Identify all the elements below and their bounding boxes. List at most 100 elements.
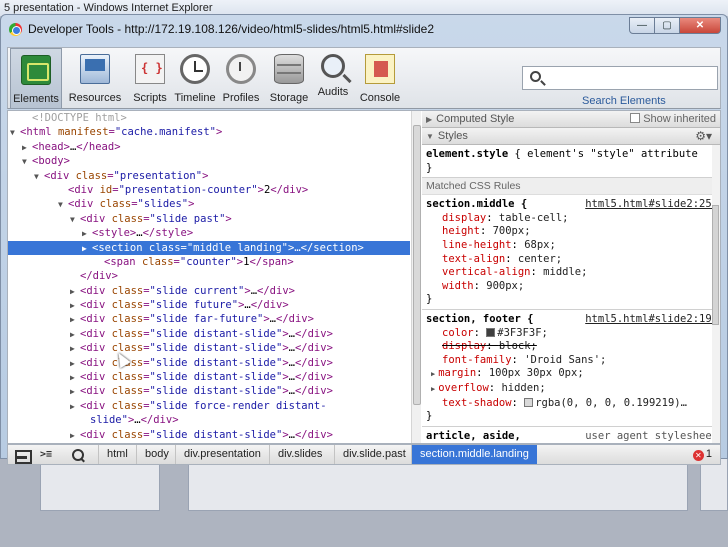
expand-triangle-icon[interactable]: ▶ [70,371,80,385]
css-rule[interactable]: section.middle {html5.html#slide2:256 dis… [422,195,720,310]
dom-node[interactable]: ▶ <div class="slide current">…</div> [8,284,410,298]
computed-style-header[interactable]: ▶ Computed Style Show inherited [422,111,720,128]
css-property[interactable]: height: 700px; [426,225,716,239]
tab-storage[interactable]: Storage [266,48,312,109]
dom-node[interactable]: </div> [8,269,410,283]
collapse-triangle-icon[interactable]: ▼ [58,198,68,212]
expand-triangle-icon[interactable]: ▶ [70,385,80,399]
dom-node[interactable]: ▶ <div class="slide force-render distant- [8,399,410,413]
tab-resources[interactable]: Resources [66,48,124,109]
collapse-triangle-icon[interactable]: ▼ [10,126,20,140]
dom-node[interactable]: <span class="counter">1</span> [8,255,410,269]
styles-scrollbar[interactable] [712,145,720,443]
close-button[interactable]: ✕ [679,17,721,34]
color-swatch[interactable] [524,397,534,407]
css-property[interactable]: display: block; [426,340,716,354]
dom-node[interactable]: ▶ <div class="slide far-future">…</div> [8,312,410,326]
breadcrumb-item[interactable]: div.slide.past [334,445,414,464]
gear-icon[interactable]: ⚙▾ [695,129,712,143]
dom-token: "slide force-render distant- [149,399,327,412]
rule-source-link[interactable]: html5.html#slide2:256 [585,198,718,212]
inspect-search-icon[interactable] [70,448,86,462]
breadcrumb-item[interactable]: section.middle.landing [411,445,537,464]
breadcrumb-item[interactable]: body [136,445,177,464]
collapse-triangle-icon[interactable]: ▼ [70,213,80,227]
expand-triangle-icon[interactable]: ▶ [70,313,80,327]
css-property[interactable]: ▶ margin: 100px 30px 0px; [426,367,716,382]
dock-icon[interactable] [14,448,32,464]
tab-profiles[interactable]: Profiles [220,48,262,109]
dom-node[interactable]: <!DOCTYPE html> [8,111,410,125]
css-property[interactable]: color: #3F3F3F; [426,327,716,341]
collapse-triangle-icon[interactable]: ▼ [22,155,32,169]
scrollbar-thumb[interactable] [712,205,719,325]
dom-node[interactable]: ▶ <div class="slide future">…</div> [8,298,410,312]
expand-triangle-icon[interactable]: ▶ [70,400,80,414]
dom-node[interactable]: ▶ <div class="slide distant-slide">…</div… [8,428,410,442]
breadcrumb-item[interactable]: div.slides [269,445,330,464]
expand-triangle-icon[interactable]: ▶ [70,429,80,443]
show-inherited-checkbox[interactable]: Show inherited [630,113,716,125]
dom-token: </div> [80,270,118,283]
rule-source-link[interactable]: html5.html#slide2:190 [585,313,718,327]
dom-node[interactable]: <div id="presentation-counter">2</div> [8,183,410,197]
css-property[interactable]: line-height: 68px; [426,239,716,253]
main-area: <!DOCTYPE html> ▼ <html manifest="cache.ma… [7,110,721,444]
dom-node[interactable]: ▼ <div class="slide past"> [8,212,410,226]
dom-node[interactable]: ▼ <div class="slides"> [8,197,410,211]
css-rule[interactable]: section, footer { html5.html#slide2:190 co… [422,310,720,427]
console-toggle-icon[interactable]: >≡ [40,448,56,462]
expand-triangle-icon[interactable]: ▶ [431,370,435,378]
expand-triangle-icon[interactable]: ▶ [431,385,435,393]
maximize-button[interactable]: ▢ [654,17,680,34]
dom-node[interactable]: ▶ <style>…</style> [8,226,410,240]
dom-node[interactable]: ▶ <div class="slide distant-slide">…</div… [8,370,410,384]
breadcrumb-item[interactable]: html [98,445,136,464]
dom-node[interactable]: ▼ <div class="presentation"> [8,169,410,183]
dom-node[interactable]: ▼ <body> [8,154,410,168]
expand-triangle-icon[interactable]: ▶ [70,299,80,313]
breadcrumb-item[interactable]: div.presentation [175,445,269,464]
expand-triangle-icon[interactable]: ▶ [70,342,80,356]
styles-header[interactable]: ▼ Styles ⚙▾ [422,128,720,145]
expand-triangle-icon[interactable]: ▶ [70,328,80,342]
tab-audits[interactable]: Audits [314,48,352,109]
scrollbar-thumb[interactable] [413,125,421,405]
expand-triangle-icon[interactable]: ▶ [22,141,32,155]
tab-timeline[interactable]: Timeline [174,48,216,109]
dom-node[interactable]: ▼ <html manifest="cache.manifest"> [8,125,410,139]
dom-token: <div [44,169,76,182]
expand-triangle-icon[interactable]: ▶ [82,242,92,256]
css-property[interactable]: ▶ overflow: hidden; [426,382,716,397]
dom-scrollbar[interactable] [411,111,421,443]
dom-token: </div> [294,428,333,441]
expand-triangle-icon[interactable]: ▶ [70,285,80,299]
dom-node[interactable]: slide">…</div> [8,413,410,427]
dom-node[interactable]: ▶ <div class="slide distant-slide">…</div… [8,384,410,398]
css-property[interactable]: vertical-align: middle; [426,266,716,280]
css-property[interactable]: font-family: 'Droid Sans'; [426,354,716,368]
dom-node[interactable]: ▶ <section class="middle landing">…</sect… [8,240,410,256]
color-swatch[interactable] [486,327,496,337]
collapse-triangle-icon[interactable]: ▼ [34,170,44,184]
expand-triangle-icon[interactable]: ▶ [82,227,92,241]
element-style-rule[interactable]: element.style { element's "style" attrib… [422,145,720,179]
minimize-button[interactable]: — [629,17,655,34]
tab-console[interactable]: Console [358,48,402,109]
dom-node[interactable]: ▶ <div class="slide distant-slide">…</div… [8,327,410,341]
tab-elements[interactable]: Elements [10,48,62,109]
dom-node[interactable]: ▶ <div class="slide distant-slide">…</div… [8,356,410,370]
css-property[interactable]: display: table-cell; [426,212,716,226]
dom-tree[interactable]: <!DOCTYPE html> ▼ <html manifest="cache.ma… [8,111,410,443]
tab-scripts[interactable]: Scripts [128,48,172,109]
dom-node[interactable]: ▶ <head>…</head> [8,140,410,154]
expand-triangle-icon[interactable]: ▶ [70,357,80,371]
dom-node[interactable]: ▶ <div class="slide distant-slide">…</div… [8,341,410,355]
error-count[interactable]: ✕ 1 [692,448,712,461]
css-property[interactable]: text-align: center; [426,253,716,267]
rule-selector: section, footer { [426,312,534,325]
css-property[interactable]: text-shadow: rgba(0, 0, 0, 0.199219)… [426,397,716,411]
ua-rule[interactable]: article, aside, user agent stylesheet [422,427,720,443]
css-property[interactable]: width: 900px; [426,280,716,294]
search-input[interactable] [522,66,718,90]
